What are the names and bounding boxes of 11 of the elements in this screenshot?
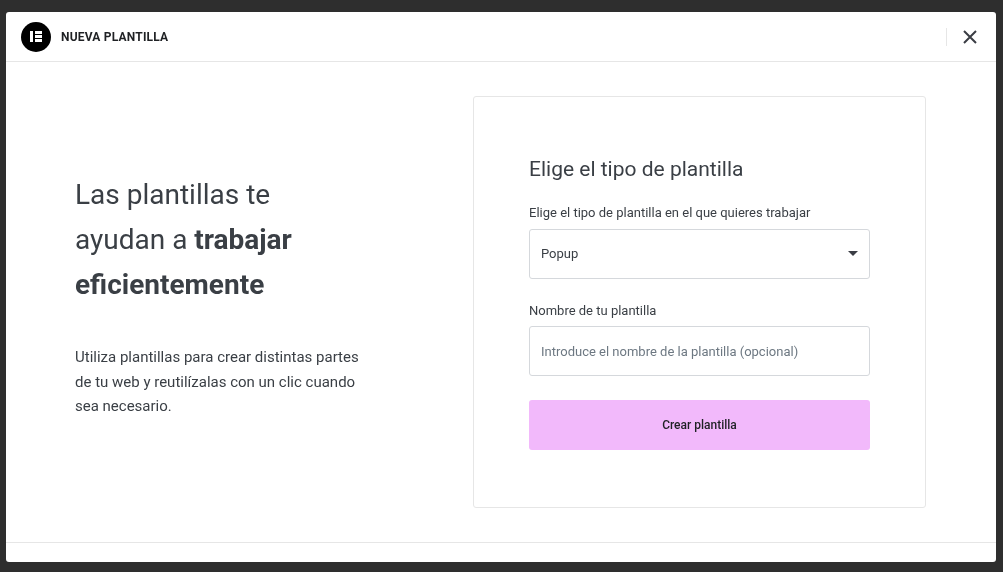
intro-heading: Las plantillas te ayudan a trabajar eficientemente (75, 177, 293, 303)
form-title: Elige el tipo de plantilla (529, 156, 745, 183)
field-label: Nombre de tu plantilla (529, 301, 658, 320)
field-label: Elige el tipo de plantilla en el que quieres trabajar (529, 204, 812, 222)
create-template-button[interactable]: Crear plantilla (529, 400, 870, 450)
template-type-select[interactable]: Popup (529, 228, 870, 279)
intro-text: Utiliza plantillas para crear distintas partes de tu web y reutilízalas con un clic cuando sea necesario. (75, 347, 360, 417)
dialog-title: NUEVA PLANTILLA (61, 28, 169, 46)
template-name-field[interactable]: Introduce el nombre de la plantilla (opcional) (529, 326, 870, 376)
caret-icon (848, 251, 858, 256)
logo-icon (21, 21, 51, 52)
